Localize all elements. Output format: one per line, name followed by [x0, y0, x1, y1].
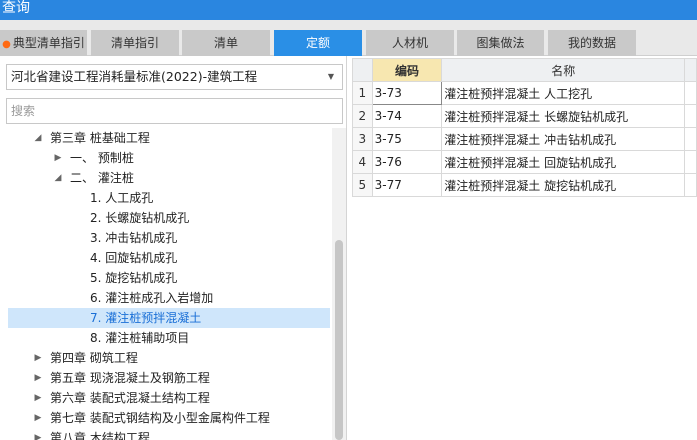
table-row[interactable]: 4 3-76 灌注桩预拌混凝土 回旋钻机成孔 [352, 150, 697, 174]
triangle-right-icon[interactable]: ▶ [32, 428, 44, 440]
tree-node-chapter-8[interactable]: ▶ 第八章 木结构工程 [8, 428, 330, 440]
triangle-down-icon[interactable]: ◢ [32, 128, 44, 148]
left-panel: 河北省建设工程消耗量标准(2022)-建筑工程 ▼ ◢ 第三章 桩基础工程 ▶ … [0, 56, 347, 440]
fire-icon: ● [2, 39, 11, 50]
tab-labor-material-machine[interactable]: 人材机 [366, 30, 454, 56]
triangle-down-icon[interactable]: ◢ [52, 168, 64, 188]
tree-node-label: 第五章 现浇混凝土及钢筋工程 [50, 371, 210, 385]
tree-node-label: 3. 冲击钻机成孔 [90, 231, 178, 245]
name-cell[interactable]: 灌注桩预拌混凝土 冲击钻机成孔 [441, 127, 686, 151]
triangle-right-icon[interactable]: ▶ [32, 348, 44, 368]
tab-atlas-method[interactable]: 图集做法 [457, 30, 544, 56]
triangle-right-icon[interactable]: ▶ [32, 368, 44, 388]
tree-node-item-6[interactable]: 6. 灌注桩成孔入岩增加 [8, 288, 330, 308]
table-header-row: 编码 名称 [352, 58, 697, 82]
right-panel: 编码 名称 1 3-73 灌注桩预拌混凝土 人工挖孔 2 3-74 灌注桩预拌混… [348, 56, 697, 440]
tree-node-chapter-4[interactable]: ▶ 第四章 砌筑工程 [8, 348, 330, 368]
code-cell[interactable]: 3-75 [371, 127, 443, 151]
tree-node-label: 第六章 装配式混凝土结构工程 [50, 391, 210, 405]
row-number: 3 [352, 127, 373, 151]
tree-node-label: 第七章 装配式钢结构及小型金属构件工程 [50, 411, 270, 425]
tree-node-item-1[interactable]: 1. 人工成孔 [8, 188, 330, 208]
extra-column-header [684, 58, 697, 82]
table-row[interactable]: 3 3-75 灌注桩预拌混凝土 冲击钻机成孔 [352, 127, 697, 151]
tab-typical-bill-guide[interactable]: ● 典型清单指引 [0, 30, 87, 56]
tree-node-item-3[interactable]: 3. 冲击钻机成孔 [8, 228, 330, 248]
tree-node-label: 1. 人工成孔 [90, 191, 154, 205]
tree-node-chapter-7[interactable]: ▶ 第七章 装配式钢结构及小型金属构件工程 [8, 408, 330, 428]
tree-node-label: 第三章 桩基础工程 [50, 131, 150, 145]
row-number: 4 [352, 150, 373, 174]
name-column-header[interactable]: 名称 [441, 58, 686, 82]
table-row[interactable]: 1 3-73 灌注桩预拌混凝土 人工挖孔 [352, 81, 697, 105]
tree-node-label: 第四章 砌筑工程 [50, 351, 138, 365]
tree-node-label: 4. 回旋钻机成孔 [90, 251, 178, 265]
tree-node-item-7-selected[interactable]: 7. 灌注桩预拌混凝土 [8, 308, 330, 328]
tree-node-label: 2. 长螺旋钻机成孔 [90, 211, 190, 225]
tab-label: 清单指引 [110, 36, 159, 50]
tree-node-label: 7. 灌注桩预拌混凝土 [90, 311, 202, 325]
extra-cell [684, 127, 697, 151]
code-cell[interactable]: 3-77 [371, 173, 443, 197]
window-title: 查询 [0, 0, 697, 20]
tree-node-label: 一、 预制桩 [70, 151, 134, 165]
tree-node-item-2[interactable]: 2. 长螺旋钻机成孔 [8, 208, 330, 228]
tab-label: 人材机 [391, 36, 428, 50]
standard-dropdown[interactable]: 河北省建设工程消耗量标准(2022)-建筑工程 ▼ [6, 64, 343, 90]
tree-node-chapter-6[interactable]: ▶ 第六章 装配式混凝土结构工程 [8, 388, 330, 408]
name-cell[interactable]: 灌注桩预拌混凝土 人工挖孔 [441, 81, 686, 105]
tree-node-precast-pile[interactable]: ▶ 一、 预制桩 [8, 148, 330, 168]
tree-node-item-5[interactable]: 5. 旋挖钻机成孔 [8, 268, 330, 288]
tab-label: 我的数据 [567, 36, 616, 50]
quota-tree: ◢ 第三章 桩基础工程 ▶ 一、 预制桩 ◢ 二、 灌注桩 1. 人工成孔 2.… [0, 128, 332, 440]
tree-node-chapter-5[interactable]: ▶ 第五章 现浇混凝土及钢筋工程 [8, 368, 330, 388]
name-cell[interactable]: 灌注桩预拌混凝土 回旋钻机成孔 [441, 150, 686, 174]
row-number-header [352, 58, 373, 82]
tab-quota[interactable]: 定额 [274, 30, 362, 56]
extra-cell [684, 173, 697, 197]
tree-node-label: 5. 旋挖钻机成孔 [90, 271, 178, 285]
tab-bill[interactable]: 清单 [182, 30, 270, 56]
row-number: 2 [352, 104, 373, 128]
tree-node-label: 二、 灌注桩 [70, 171, 134, 185]
extra-cell [684, 104, 697, 128]
tree-node-item-4[interactable]: 4. 回旋钻机成孔 [8, 248, 330, 268]
scrollbar-thumb[interactable] [335, 240, 343, 440]
table-row[interactable]: 5 3-77 灌注桩预拌混凝土 旋挖钻机成孔 [352, 173, 697, 197]
extra-cell [684, 81, 697, 105]
tree-node-item-8[interactable]: 8. 灌注桩辅助项目 [8, 328, 330, 348]
tree-node-chapter-3[interactable]: ◢ 第三章 桩基础工程 [8, 128, 330, 148]
triangle-right-icon[interactable]: ▶ [52, 148, 64, 168]
name-cell[interactable]: 灌注桩预拌混凝土 旋挖钻机成孔 [441, 173, 686, 197]
extra-cell [684, 150, 697, 174]
tab-my-data[interactable]: 我的数据 [548, 30, 636, 56]
row-number: 5 [352, 173, 373, 197]
triangle-right-icon[interactable]: ▶ [32, 388, 44, 408]
tab-label: 清单 [213, 36, 238, 50]
code-cell[interactable]: 3-73 [371, 81, 443, 105]
tab-label: 图集做法 [476, 36, 525, 50]
quota-table: 编码 名称 1 3-73 灌注桩预拌混凝土 人工挖孔 2 3-74 灌注桩预拌混… [352, 58, 697, 197]
tab-bar: ● 典型清单指引 清单指引 清单 定额 人材机 图集做法 我的数据 [0, 20, 697, 56]
tab-bill-guide[interactable]: 清单指引 [91, 30, 179, 56]
tree-scrollbar[interactable] [332, 128, 346, 440]
tab-label: 定额 [305, 36, 330, 50]
code-cell[interactable]: 3-74 [371, 104, 443, 128]
tree-node-cast-in-place-pile[interactable]: ◢ 二、 灌注桩 [8, 168, 330, 188]
row-number: 1 [352, 81, 373, 105]
dropdown-value: 河北省建设工程消耗量标准(2022)-建筑工程 [11, 69, 258, 84]
table-row[interactable]: 2 3-74 灌注桩预拌混凝土 长螺旋钻机成孔 [352, 104, 697, 128]
tree-node-label: 第八章 木结构工程 [50, 431, 150, 440]
chevron-down-icon: ▼ [327, 72, 334, 81]
tree-node-label: 6. 灌注桩成孔入岩增加 [90, 291, 214, 305]
tree-node-label: 8. 灌注桩辅助项目 [90, 331, 190, 345]
triangle-right-icon[interactable]: ▶ [32, 408, 44, 428]
code-cell[interactable]: 3-76 [371, 150, 443, 174]
search-input[interactable] [6, 98, 343, 124]
name-cell[interactable]: 灌注桩预拌混凝土 长螺旋钻机成孔 [441, 104, 686, 128]
tab-label: 典型清单指引 [12, 36, 85, 50]
code-column-header[interactable]: 编码 [371, 58, 443, 82]
